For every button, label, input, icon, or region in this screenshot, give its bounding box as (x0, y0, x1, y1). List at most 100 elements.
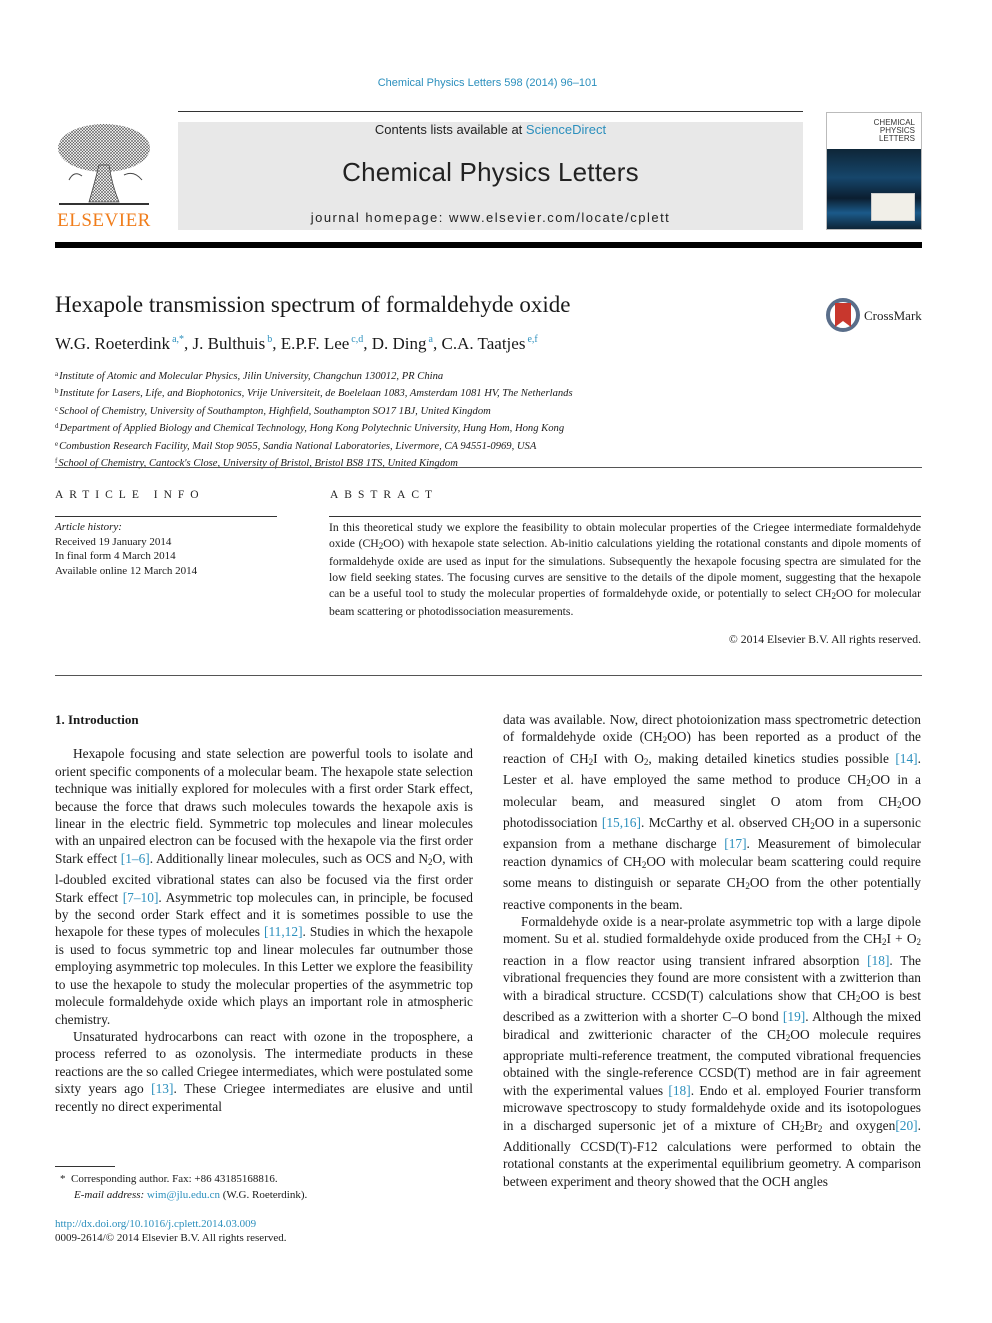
reference-link[interactable]: [14] (895, 751, 917, 766)
paragraph: Formaldehyde oxide is a near-prolate asy… (503, 913, 921, 1190)
body-column-right: data was available. Now, direct photoion… (503, 711, 921, 1190)
text-run: and oxygen (822, 1117, 896, 1133)
elsevier-logo[interactable]: ELSEVIER (54, 120, 154, 232)
affiliation-key: b (55, 387, 59, 396)
article-history: Article history: Received 19 January 201… (55, 520, 197, 578)
affiliation-text: Combustion Research Facility, Mail Stop … (59, 440, 537, 452)
text-run: . Studies in which the hexapole is used … (55, 924, 473, 1027)
article-info-rule (55, 516, 277, 517)
paragraph: data was available. Now, direct photoion… (503, 711, 921, 913)
cover-title-line: LETTERS (878, 134, 915, 143)
affiliation: aInstitute of Atomic and Molecular Physi… (55, 367, 573, 384)
cover-title: CHEMICAL PHYSICS LETTERS (874, 119, 915, 143)
sciencedirect-link[interactable]: ScienceDirect (526, 122, 606, 137)
text-run: Formaldehyde oxide is a near-prolate asy… (503, 914, 921, 947)
article-title: Hexapole transmission spectrum of formal… (55, 292, 571, 317)
final-form-date: In final form 4 March 2014 (55, 550, 176, 562)
affiliation: cSchool of Chemistry, University of Sout… (55, 402, 573, 419)
received-date: Received 19 January 2014 (55, 535, 172, 548)
email-link[interactable]: wim@jlu.edu.cn (147, 1189, 220, 1201)
affiliations: aInstitute of Atomic and Molecular Physi… (55, 367, 573, 471)
reference-link[interactable]: [17] (724, 836, 746, 851)
abstract-text: In this theoretical study we explore the… (329, 520, 921, 620)
affiliation-key: e (55, 439, 59, 448)
abstract-rule (329, 516, 921, 517)
crossmark-button[interactable]: CrossMark (826, 298, 926, 334)
paragraph: Unsaturated hydrocarbons can react with … (55, 1028, 473, 1115)
text-run: I with O (593, 750, 644, 766)
issn-copyright: 0009-2614/© 2014 Elsevier B.V. All right… (55, 1232, 287, 1244)
tree-icon (58, 124, 150, 205)
author-name: D. Ding (371, 334, 427, 353)
affiliation-text: School of Chemistry, University of South… (59, 405, 491, 417)
header-thick-rule (55, 242, 922, 248)
affiliation-key: f (55, 457, 58, 466)
doi-block: http://dx.doi.org/10.1016/j.cplett.2014.… (55, 1217, 287, 1245)
affiliation-key: d (55, 422, 59, 431)
footnote-marker: * (60, 1173, 66, 1185)
journal-citation[interactable]: Chemical Physics Letters 598 (2014) 96–1… (0, 77, 975, 89)
text-run: I + O (886, 931, 917, 947)
text-run: . McCarthy et al. observed CH (640, 815, 811, 831)
reference-link[interactable]: [18] (867, 953, 889, 968)
reference-link[interactable]: [7–10] (123, 890, 159, 905)
affiliation-text: Institute for Lasers, Life, and Biophoto… (59, 388, 573, 400)
email-note: E-mail address: wim@jlu.edu.cn (W.G. Roe… (60, 1187, 307, 1203)
subscript: 2 (916, 937, 922, 948)
journal-name: Chemical Physics Letters (342, 157, 639, 187)
journal-homepage[interactable]: journal homepage: www.elsevier.com/locat… (178, 210, 803, 225)
text-run: . Additionally linear molecules, such as… (149, 850, 429, 866)
journal-cover[interactable]: CHEMICAL PHYSICS LETTERS (826, 112, 922, 230)
reference-link[interactable]: [11,12] (264, 924, 303, 939)
affiliation-key: a (55, 370, 59, 378)
email-owner: (W.G. Roeterdink). (220, 1189, 308, 1201)
author-affil-link[interactable]: a,* (172, 334, 184, 345)
author-name: J. Bulthuis (192, 334, 266, 353)
header-rule (178, 111, 803, 112)
body-column-left: 1. Introduction Hexapole focusing and st… (55, 711, 473, 1115)
section-heading: 1. Introduction (55, 712, 139, 727)
author-name: W.G. Roeterdink (55, 334, 171, 353)
contents-line: Contents lists available at ScienceDirec… (178, 122, 803, 137)
history-label: Article history: (55, 521, 122, 533)
cover-graph-icon (871, 193, 915, 221)
reference-link[interactable]: [18] (668, 1083, 690, 1098)
reference-link[interactable]: [20] (895, 1118, 917, 1133)
affiliation: eCombustion Research Facility, Mail Stop… (55, 437, 573, 454)
section-rule (55, 467, 922, 468)
author-affil-link[interactable]: a (429, 334, 433, 345)
section-rule (55, 675, 922, 676)
elsevier-wordmark: ELSEVIER (57, 210, 151, 231)
paragraph: Hexapole focusing and state selection ar… (55, 745, 473, 1028)
text-run: reaction in a flow reactor using transie… (503, 952, 868, 968)
cover-image (827, 149, 921, 229)
author-affil-link[interactable]: e,f (527, 334, 537, 345)
author-name: C.A. Taatjes (441, 334, 526, 353)
corresponding-text: Corresponding author. Fax: +86 431851688… (71, 1173, 278, 1185)
affiliation: dDepartment of Applied Biology and Chemi… (55, 419, 573, 436)
reference-link[interactable]: [13] (151, 1081, 173, 1096)
author-affil-link[interactable]: b (267, 334, 272, 345)
author-list: W.G. Roeterdink a,*, J. Bulthuis b, E.P.F.… (55, 334, 538, 353)
text-run: , making detailed kinetics studies possi… (648, 750, 896, 766)
email-label: E-mail address: (74, 1189, 147, 1201)
corresponding-author-note: * Corresponding author. Fax: +86 4318516… (60, 1171, 307, 1187)
abstract-heading: ABSTRACT (330, 489, 439, 501)
available-online-date: Available online 12 March 2014 (55, 564, 198, 577)
abstract-copyright: © 2014 Elsevier B.V. All rights reserved… (728, 633, 921, 646)
article-info-heading: ARTICLE INFO (55, 489, 205, 501)
affiliation: fSchool of Chemistry, Cantock's Close, U… (55, 454, 573, 471)
affiliation-text: Department of Applied Biology and Chemic… (59, 423, 565, 435)
author-name: E.P.F. Lee (280, 334, 350, 353)
reference-link[interactable]: [1–6] (121, 851, 150, 866)
reference-link[interactable]: [19] (783, 1009, 805, 1024)
crossmark-label: CrossMark (864, 308, 922, 323)
journal-masthead: Contents lists available at ScienceDirec… (178, 122, 803, 230)
affiliation-key: c (55, 404, 59, 413)
text-run: Hexapole focusing and state selection ar… (55, 746, 473, 866)
text-run: Br (804, 1117, 818, 1133)
doi-link[interactable]: http://dx.doi.org/10.1016/j.cplett.2014.… (55, 1217, 287, 1231)
reference-link[interactable]: [15,16] (602, 815, 641, 830)
author-affil-link[interactable]: c,d (351, 334, 363, 345)
affiliation: bInstitute for Lasers, Life, and Biophot… (55, 384, 573, 401)
